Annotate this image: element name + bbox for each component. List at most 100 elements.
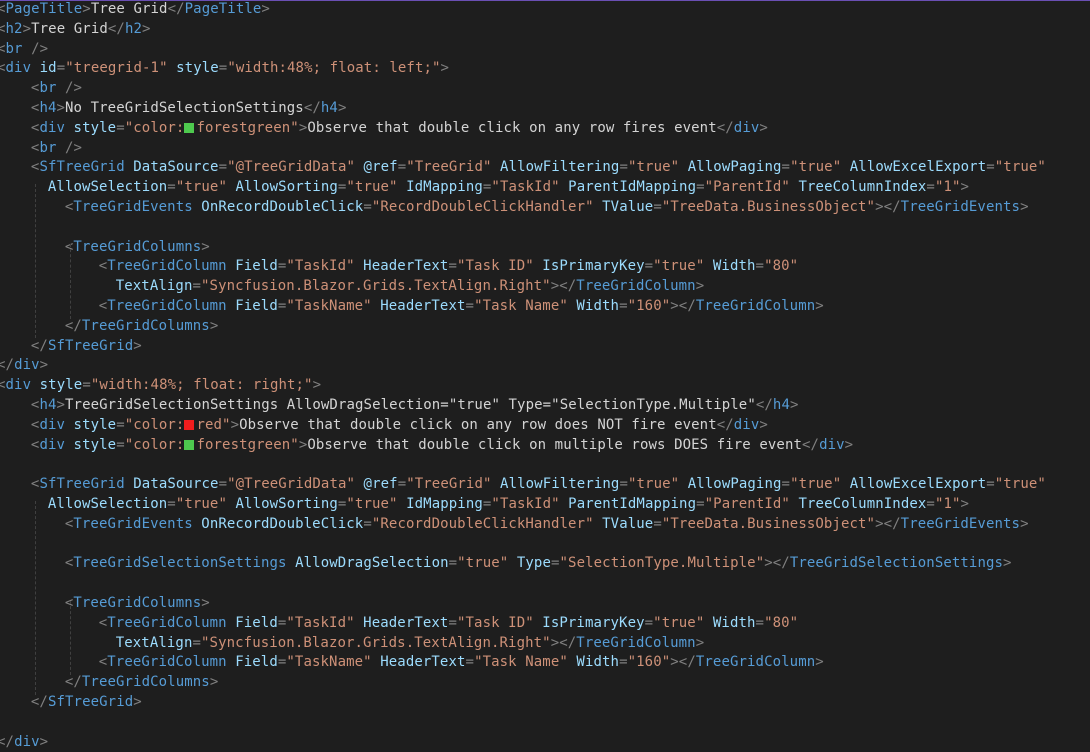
code-token: SfTreeGrid xyxy=(47,337,134,354)
code-line[interactable]: <TreeGridColumn Field="TaskName" HeaderT… xyxy=(99,653,824,673)
code-line[interactable]: <TreeGridSelectionSettings AllowDragSele… xyxy=(65,554,1012,574)
code-token: HeaderText xyxy=(371,298,466,314)
code-token: TreeGridColumns xyxy=(73,238,202,255)
code-line[interactable]: <div style="width:48%; float: right;"> xyxy=(0,376,321,396)
code-token: Observe that double click on multiple ro… xyxy=(307,436,803,453)
code-line[interactable]: <TreeGridColumn Field = "TaskId" HeaderTex… xyxy=(99,614,798,634)
code-token: > xyxy=(261,1,270,17)
code-line[interactable]: <br /> xyxy=(31,79,82,99)
code-token: div xyxy=(819,436,845,453)
code-token: </ xyxy=(64,674,82,691)
code-token: "true" xyxy=(175,496,227,512)
code-line[interactable]: <SfTreeGrid DataSource="@TreeGridData" @… xyxy=(31,475,1046,495)
code-token: "true" xyxy=(653,614,705,631)
code-token: "TaskId" xyxy=(491,496,560,512)
code-token: > xyxy=(440,60,450,77)
code-token: = xyxy=(363,515,372,532)
code-line[interactable]: <h2>Tree Grid</h2> xyxy=(0,20,151,40)
code-token: /> xyxy=(56,139,83,156)
code-token: TreeGridEvents xyxy=(73,199,193,215)
code-line[interactable]: <TreeGridColumn Field = "TaskId" HeaderTex… xyxy=(99,257,798,277)
code-token: TreeColumnIndex xyxy=(789,496,927,512)
code-line[interactable]: </SfTreeGrid> xyxy=(31,337,142,357)
code-token: "true" xyxy=(346,179,398,196)
code-token: "1" xyxy=(934,496,961,512)
code-token: TreeGridColumns xyxy=(73,595,202,611)
code-token: ParentIdMapping xyxy=(559,179,697,196)
code-line[interactable]: <div style="color: forestgreen">Observe t… xyxy=(31,436,853,456)
code-line[interactable]: <PageTitle>Tree Grid</PageTitle> xyxy=(0,0,270,20)
code-token: > xyxy=(133,337,142,354)
code-line[interactable]: <h4>No TreeGridSelectionSettings</h4> xyxy=(31,99,347,119)
code-line[interactable]: AllowSelection="true" AllowSorting="true… xyxy=(48,178,969,198)
code-line[interactable]: <TreeGridEvents OnRecordDoubleClick="Rec… xyxy=(65,515,1029,535)
color-swatch-green[interactable] xyxy=(184,439,195,450)
code-token: </ xyxy=(30,694,48,710)
code-token: = xyxy=(755,258,765,275)
code-line[interactable]: AllowSelection="true" AllowSorting="true… xyxy=(48,495,969,515)
code-token: div xyxy=(39,436,66,453)
code-token: "true" xyxy=(790,159,842,176)
code-line[interactable]: </SfTreeGrid> xyxy=(31,693,142,713)
code-token: </ xyxy=(30,337,48,354)
code-token: > xyxy=(844,436,854,453)
code-line[interactable]: <div id="treegrid-1" style="width:48%; f… xyxy=(0,59,449,79)
code-line[interactable]: TextAlign="Syncfusion.Blazor.Grids.TextA… xyxy=(116,634,705,654)
code-token: "true" xyxy=(627,159,680,176)
code-token: "Task ID" xyxy=(457,614,534,631)
code-line[interactable]: <br /> xyxy=(0,40,48,60)
code-token: TreeGridColumn xyxy=(576,278,696,295)
code-token: br xyxy=(39,80,57,97)
code-token: = xyxy=(781,476,791,493)
code-line[interactable]: <div style="color: forestgreen">Observe t… xyxy=(31,119,768,139)
code-token: h2 xyxy=(5,20,23,37)
code-token: > xyxy=(56,100,66,116)
code-token: = xyxy=(448,555,458,572)
code-line[interactable]: <TreeGridColumns> xyxy=(65,594,210,614)
code-token: AllowExcelExport xyxy=(841,159,987,176)
code-token: TreeGridColumn xyxy=(695,654,816,671)
code-token: > xyxy=(209,674,219,691)
code-token: style xyxy=(65,436,117,453)
code-line[interactable]: <SfTreeGrid DataSource="@TreeGridData" @… xyxy=(31,158,1046,178)
code-line[interactable]: <TreeGridColumn Field="TaskName" HeaderT… xyxy=(99,297,824,317)
code-token: Width xyxy=(567,298,620,314)
code-line[interactable]: </div> xyxy=(0,356,48,376)
code-token: > xyxy=(82,1,91,17)
code-token: div xyxy=(14,733,40,750)
code-token: TreeGridColumns xyxy=(81,674,210,691)
code-line[interactable]: <div style="color: red">Observe that doub… xyxy=(31,416,768,436)
code-token: AllowExcelExport xyxy=(841,476,987,493)
code-token: TreeGridColumn xyxy=(107,654,227,671)
code-line[interactable]: TextAlign="Syncfusion.Blazor.Grids.TextA… xyxy=(116,277,705,297)
code-line[interactable]: <TreeGridEvents OnRecordDoubleClick="Rec… xyxy=(65,198,1029,218)
code-token: "TaskName" xyxy=(286,298,372,314)
code-token: = xyxy=(619,476,628,493)
code-line[interactable]: <br /> xyxy=(31,139,82,159)
code-token: TreeGridColumns xyxy=(81,317,210,334)
code-editor[interactable]: <PageTitle>Tree Grid</PageTitle> <h2>Tree… xyxy=(0,0,1090,750)
code-token: "true" xyxy=(627,476,680,493)
color-swatch-green[interactable] xyxy=(184,122,195,133)
code-token: </ xyxy=(167,1,185,17)
color-swatch-red[interactable] xyxy=(184,419,195,430)
code-token: > xyxy=(759,416,768,433)
code-token: IdMapping xyxy=(397,179,483,196)
code-line[interactable]: <TreeGridColumns> xyxy=(65,238,210,258)
code-token: < xyxy=(98,258,108,275)
code-token: AllowDragSelection xyxy=(286,555,449,572)
code-token: "true" xyxy=(994,159,1046,176)
code-token: TextAlign xyxy=(115,634,193,651)
code-line[interactable]: </TreeGridColumns> xyxy=(65,317,219,337)
code-token: > xyxy=(815,298,824,314)
code-token: AllowFiltering xyxy=(491,476,620,493)
code-token: /> xyxy=(56,80,83,97)
code-token: TreeGridEvents xyxy=(900,515,1021,532)
code-token: Width xyxy=(567,654,620,671)
code-token: = xyxy=(397,476,407,493)
code-token: TreeColumnIndex xyxy=(789,179,927,196)
code-token: style xyxy=(31,377,83,394)
code-line[interactable]: </div> xyxy=(0,733,48,752)
code-line[interactable]: <h4>TreeGridSelectionSettings AllowDragS… xyxy=(31,396,799,416)
code-line[interactable]: </TreeGridColumns> xyxy=(65,673,219,693)
